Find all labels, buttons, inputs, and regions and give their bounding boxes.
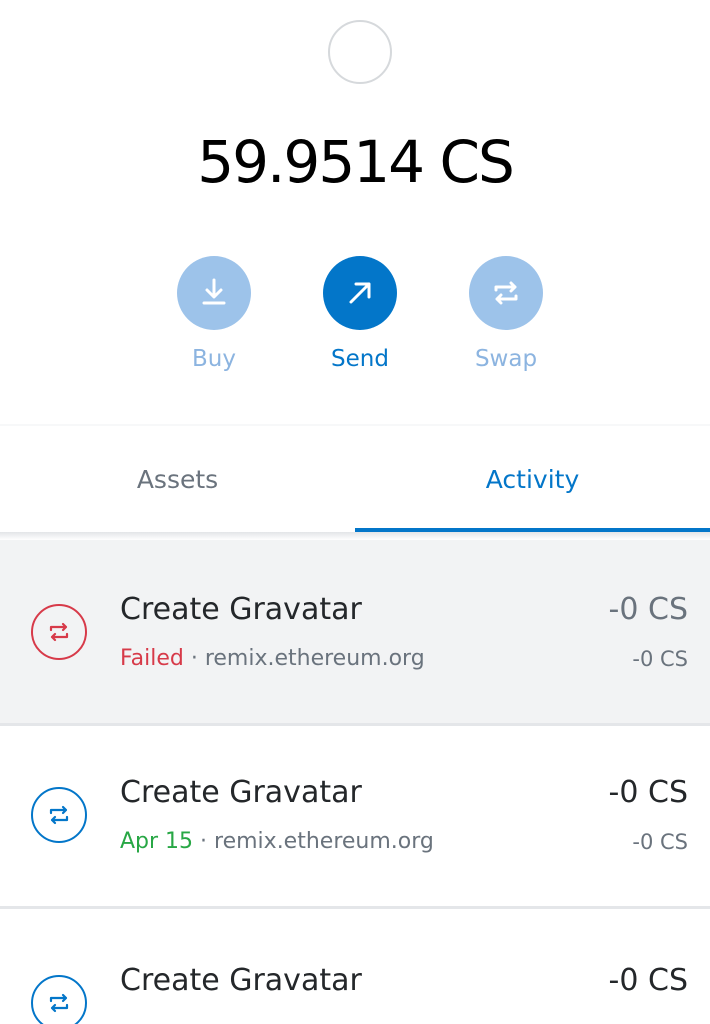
buy-label: Buy	[192, 346, 236, 372]
swap-icon	[31, 604, 87, 660]
transaction-amount: -0 CS	[608, 592, 688, 627]
tab-activity[interactable]: Activity	[355, 426, 710, 532]
transaction-amount-secondary: -0 CS	[632, 647, 688, 671]
tab-bar-shadow	[0, 532, 710, 540]
swap-button[interactable]: Swap	[451, 256, 561, 374]
transaction-origin: remix.ethereum.org	[204, 646, 425, 671]
transaction-title: Create Gravatar	[120, 963, 362, 998]
wallet-actions: Buy Send Swap	[0, 256, 710, 376]
transaction-date: Apr 15	[120, 829, 194, 854]
transaction-subtitle: Apr 15 · remix.ethereum.org	[120, 827, 434, 857]
separator: ·	[193, 829, 215, 854]
transaction-row[interactable]: Create Gravatar -0 CS	[0, 911, 710, 1024]
transaction-title: Create Gravatar	[120, 592, 362, 627]
balance-amount: 59.9514 CS	[197, 128, 515, 196]
transaction-row[interactable]: Create Gravatar Failed · remix.ethereum.…	[0, 540, 710, 726]
separator: ·	[183, 646, 205, 671]
transaction-title: Create Gravatar	[120, 775, 362, 810]
transaction-amount: -0 CS	[608, 963, 688, 998]
account-avatar[interactable]	[328, 20, 392, 84]
swap-label: Swap	[474, 346, 538, 372]
send-button[interactable]: Send	[305, 256, 415, 374]
tab-assets[interactable]: Assets	[0, 426, 355, 532]
transaction-amount: -0 CS	[608, 775, 688, 810]
transaction-origin: remix.ethereum.org	[214, 829, 434, 854]
swap-icon	[31, 975, 87, 1024]
tab-bar: Assets Activity	[0, 426, 710, 532]
transaction-row[interactable]: Create Gravatar Apr 15 · remix.ethereum.…	[0, 723, 710, 909]
send-arrow-icon	[323, 256, 397, 330]
swap-icon	[469, 256, 543, 330]
send-label: Send	[331, 346, 389, 372]
buy-button[interactable]: Buy	[159, 256, 269, 374]
transaction-status: Failed	[120, 646, 184, 671]
transaction-amount-secondary: -0 CS	[632, 830, 688, 854]
transaction-subtitle: Failed · remix.ethereum.org	[120, 644, 425, 674]
buy-icon	[177, 256, 251, 330]
swap-icon	[31, 787, 87, 843]
